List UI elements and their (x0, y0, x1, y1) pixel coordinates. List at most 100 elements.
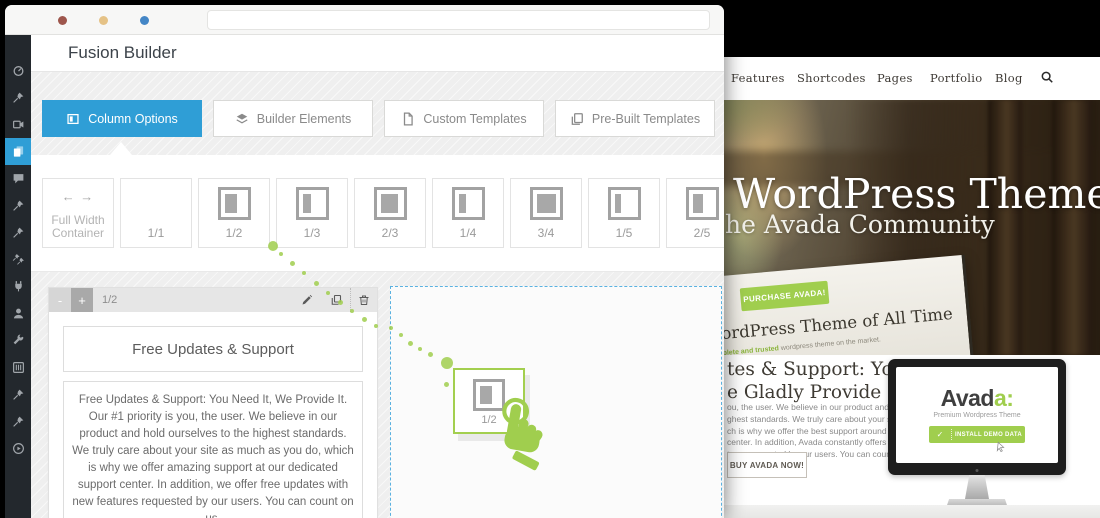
trail-dot (338, 300, 343, 305)
sidebar-item-custom-post[interactable] (5, 192, 31, 219)
nav-item-shortcodes[interactable]: Shortcodes (797, 71, 866, 85)
url-bar[interactable] (207, 10, 710, 30)
sidebar-item-users[interactable] (5, 300, 31, 327)
delete-column-button[interactable] (350, 288, 377, 312)
sidebar-item-custom-posts[interactable] (5, 246, 31, 273)
dashboard-icon (12, 64, 25, 77)
pencil-icon (301, 294, 313, 306)
sidebar-item-dashboard[interactable] (5, 57, 31, 84)
pin-icon (12, 199, 25, 212)
increase-column-button[interactable]: + (71, 288, 93, 312)
nav-item-blog[interactable]: Blog (995, 71, 1023, 85)
tab-prebuilt-templates[interactable]: Pre-Built Templates (555, 100, 715, 137)
comment-icon (12, 172, 25, 185)
monitor-graphic: Avada: Premium Wordpress Theme ✓ INSTALL… (888, 359, 1066, 508)
pin-icon (12, 388, 25, 401)
copy-icon (570, 112, 584, 126)
media-icon (12, 118, 25, 131)
sidebar-item-pages-active[interactable] (5, 138, 31, 165)
trail-dot (350, 309, 354, 313)
pin-icon (12, 91, 25, 104)
sidebar-item-tools[interactable] (5, 327, 31, 354)
column-fraction-icon (686, 187, 719, 220)
builder-column-block: - + 1/2 Free Updates & Support Free Upda… (48, 287, 378, 518)
monitor-stand-neck (965, 475, 989, 499)
nav-item-features[interactable]: Features (731, 71, 785, 85)
monitor-camera-dot (976, 469, 979, 472)
trail-dot (362, 317, 367, 322)
window-minimize-button[interactable] (99, 16, 108, 25)
builder-header: Fusion Builder (31, 35, 724, 72)
layers-icon (235, 112, 249, 126)
palette-1-2[interactable]: 1/2 (198, 178, 270, 248)
tab-builder-elements[interactable]: Builder Elements (213, 100, 373, 137)
palette-full-width-container[interactable]: ← → Full Width Container (42, 178, 114, 248)
text-element[interactable]: Free Updates & Support: You Need It, We … (63, 381, 363, 518)
fusion-builder-window: Fusion Builder Column Options Builder El… (5, 5, 724, 518)
trail-dot (418, 347, 422, 351)
active-tab-pointer (110, 142, 132, 155)
check-icon: ✓ (929, 430, 951, 439)
edit-column-button[interactable] (292, 288, 321, 312)
column-size-label: 1/2 (102, 294, 117, 306)
arrows-icon: ← → (62, 189, 95, 204)
sidebar-item-plugins[interactable] (5, 273, 31, 300)
window-close-button[interactable] (58, 16, 67, 25)
palette-2-3[interactable]: 2/3 (354, 178, 426, 248)
settings-icon (12, 361, 25, 374)
nav-item-pages[interactable]: Pages (877, 71, 913, 85)
trail-dot (399, 333, 403, 337)
play-circle-icon (12, 442, 25, 455)
purchase-avada-button[interactable]: PURCHASE AVADA! (740, 281, 830, 312)
palette-2-5[interactable]: 2/5 (666, 178, 724, 248)
palette-1-4[interactable]: 1/4 (432, 178, 504, 248)
palette-1-5[interactable]: 1/5 (588, 178, 660, 248)
sidebar-item-posts[interactable] (5, 84, 31, 111)
avada-tagline: Premium Wordpress Theme (933, 412, 1020, 419)
pages-icon (12, 145, 25, 158)
trail-dot (408, 341, 413, 346)
browser-chrome (5, 5, 724, 35)
palette-3-4[interactable]: 3/4 (510, 178, 582, 248)
sidebar-item-comments[interactable] (5, 165, 31, 192)
trail-dot (314, 281, 319, 286)
hero-wood-post (1052, 100, 1092, 355)
palette-1-1[interactable]: 1/1 (120, 178, 192, 248)
sidebar-item-settings[interactable] (5, 354, 31, 381)
avada-logo: Avada: (941, 387, 1014, 410)
pin-icon (12, 415, 25, 428)
sidebar-item-custom-post[interactable] (5, 408, 31, 435)
title-element[interactable]: Free Updates & Support (63, 326, 363, 372)
sidebar-item-custom-post[interactable] (5, 381, 31, 408)
trail-dot (268, 241, 278, 251)
buy-avada-button[interactable]: BUY AVADA NOW! (727, 452, 807, 478)
monitor-screen-content: Avada: Premium Wordpress Theme ✓ INSTALL… (896, 367, 1058, 463)
trail-dot (279, 252, 283, 256)
column-fraction-icon (452, 187, 485, 220)
column-fraction-icon (374, 187, 407, 220)
trail-dot (326, 291, 330, 295)
trash-icon (358, 294, 370, 306)
drag-hand-icon (483, 392, 557, 476)
tab-column-options[interactable]: Column Options (42, 100, 202, 137)
window-maximize-button[interactable] (140, 16, 149, 25)
pins-icon (12, 253, 25, 266)
palette-1-3[interactable]: 1/3 (276, 178, 348, 248)
screenshot-stage: Features Shortcodes Pages Portfolio Blog… (0, 0, 1100, 518)
sidebar-item-media[interactable] (5, 111, 31, 138)
hero-subline: he Avada Community (725, 210, 995, 239)
nav-item-portfolio[interactable]: Portfolio (930, 71, 982, 85)
trail-dot (428, 352, 433, 357)
column-palette-cells: ← → Full Width Container 1/1 1/2 1/3 2/3 (42, 178, 724, 248)
trail-dot (290, 261, 295, 266)
column-fraction-icon (530, 187, 563, 220)
tab-custom-templates[interactable]: Custom Templates (384, 100, 544, 137)
sidebar-item-collapse[interactable] (5, 435, 31, 462)
install-demo-button[interactable]: ✓ INSTALL DEMO DATA (929, 426, 1025, 443)
sidebar-item-custom-post[interactable] (5, 219, 31, 246)
trail-dot (441, 357, 453, 369)
search-icon[interactable] (1040, 70, 1054, 84)
decrease-column-button[interactable]: - (49, 288, 71, 312)
builder-tabs: Column Options Builder Elements Custom T… (42, 100, 715, 137)
column-fraction-icon (608, 187, 641, 220)
